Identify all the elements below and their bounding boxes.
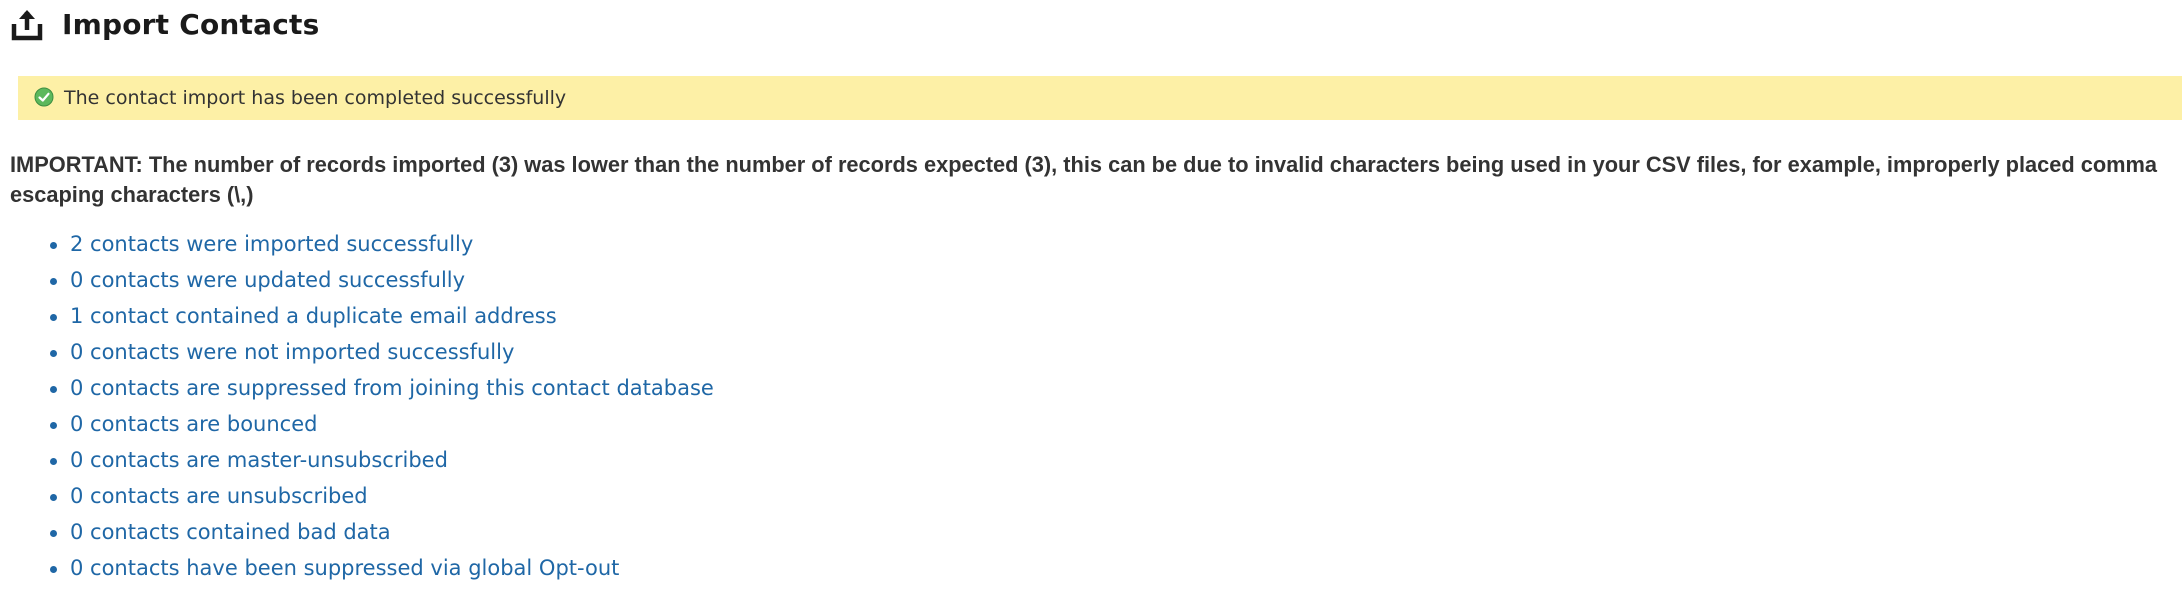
list-item: 0 contacts were not imported successfull…	[50, 334, 714, 370]
list-item: 0 contacts are unsubscribed	[50, 478, 714, 514]
list-item: 0 contacts were updated successfully	[50, 262, 714, 298]
list-item: 2 contacts were imported successfully	[50, 226, 714, 262]
result-link-global-opt-out[interactable]: 0 contacts have been suppressed via glob…	[70, 556, 619, 580]
result-link-updated[interactable]: 0 contacts were updated successfully	[70, 268, 465, 292]
result-link-not-imported[interactable]: 0 contacts were not imported successfull…	[70, 340, 514, 364]
notice-message: The contact import has been completed su…	[64, 87, 567, 109]
result-link-bad-data[interactable]: 0 contacts contained bad data	[70, 520, 391, 544]
page-header: Import Contacts	[10, 4, 319, 44]
upload-tray-icon	[10, 6, 44, 42]
success-check-icon	[34, 87, 54, 107]
import-results-list: 2 contacts were imported successfully 0 …	[0, 226, 714, 586]
result-link-master-unsubscribed[interactable]: 0 contacts are master-unsubscribed	[70, 448, 448, 472]
page-title: Import Contacts	[62, 7, 320, 41]
list-item: 0 contacts are bounced	[50, 406, 714, 442]
list-item: 1 contact contained a duplicate email ad…	[50, 298, 714, 334]
list-item: 0 contacts are suppressed from joining t…	[50, 370, 714, 406]
result-link-duplicate[interactable]: 1 contact contained a duplicate email ad…	[70, 304, 557, 328]
result-link-suppressed[interactable]: 0 contacts are suppressed from joining t…	[70, 376, 714, 400]
success-notice: The contact import has been completed su…	[18, 76, 2182, 120]
list-item: 0 contacts have been suppressed via glob…	[50, 550, 714, 586]
list-item: 0 contacts are master-unsubscribed	[50, 442, 714, 478]
result-link-unsubscribed[interactable]: 0 contacts are unsubscribed	[70, 484, 368, 508]
important-warning: IMPORTANT: The number of records importe…	[10, 152, 2158, 207]
result-link-imported[interactable]: 2 contacts were imported successfully	[70, 232, 473, 256]
list-item: 0 contacts contained bad data	[50, 514, 714, 550]
result-link-bounced[interactable]: 0 contacts are bounced	[70, 412, 317, 436]
